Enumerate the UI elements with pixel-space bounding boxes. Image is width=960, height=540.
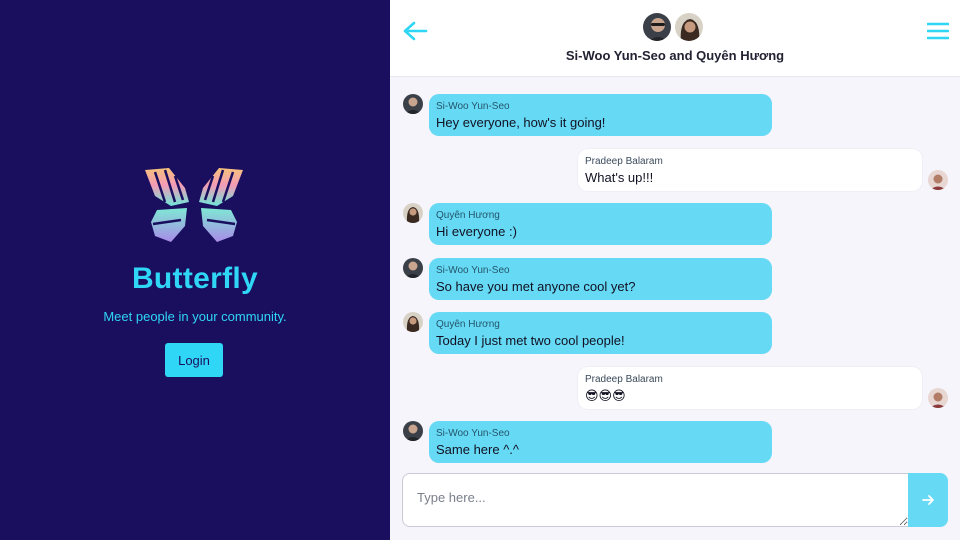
send-button[interactable] bbox=[908, 473, 948, 527]
arrow-left-icon[interactable] bbox=[402, 20, 428, 42]
message-bubble: Pradeep Balaram 😎😎😎 bbox=[578, 367, 922, 409]
person-avatar-icon bbox=[403, 258, 423, 278]
avatar bbox=[928, 388, 948, 408]
message-input[interactable] bbox=[402, 473, 909, 527]
avatar bbox=[403, 421, 423, 441]
message-text: Today I just met two cool people! bbox=[436, 333, 625, 348]
person-avatar-icon bbox=[403, 421, 423, 441]
avatar bbox=[674, 12, 704, 42]
message-sender: Pradeep Balaram bbox=[585, 156, 663, 167]
message-bubble: Pradeep Balaram What's up!!! bbox=[578, 149, 922, 191]
avatar bbox=[403, 203, 423, 223]
message-bubble: Si-Woo Yun-Seo Same here ^.^ bbox=[429, 421, 772, 463]
person-avatar-icon bbox=[403, 203, 423, 223]
login-button[interactable]: Login bbox=[165, 343, 223, 377]
message-sender: Si-Woo Yun-Seo bbox=[436, 428, 510, 439]
brand-panel: Butterfly Meet people in your community.… bbox=[0, 0, 390, 540]
send-arrow-icon bbox=[922, 495, 934, 505]
participant-avatars bbox=[642, 12, 712, 42]
message-text: Same here ^.^ bbox=[436, 442, 520, 457]
message-text: What's up!!! bbox=[585, 170, 654, 185]
message-sender: Quyên Hương bbox=[436, 210, 500, 221]
message-text: Hi everyone :) bbox=[436, 224, 517, 239]
message-bubble: Quyên Hương Today I just met two cool pe… bbox=[429, 312, 772, 354]
person-avatar-icon bbox=[403, 94, 423, 114]
person-avatar-icon bbox=[928, 388, 948, 408]
person-avatar-icon bbox=[403, 312, 423, 332]
chat-header: Si-Woo Yun-Seo and Quyên Hương bbox=[390, 0, 960, 77]
avatar bbox=[403, 94, 423, 114]
person-avatar-icon bbox=[643, 13, 671, 41]
message-text: So have you met anyone cool yet? bbox=[436, 279, 636, 294]
avatar bbox=[642, 12, 672, 42]
brand-title: Butterfly bbox=[131, 262, 259, 295]
message-composer bbox=[402, 473, 948, 527]
message-text: 😎😎😎 bbox=[585, 388, 626, 403]
butterfly-logo-icon bbox=[145, 168, 243, 242]
message-list[interactable]: Si-Woo Yun-Seo Hey everyone, how's it go… bbox=[390, 78, 960, 466]
avatar bbox=[403, 312, 423, 332]
message-text: Hey everyone, how's it going! bbox=[436, 115, 606, 130]
message-sender: Si-Woo Yun-Seo bbox=[436, 265, 510, 276]
brand-tagline: Meet people in your community. bbox=[103, 309, 287, 324]
message-bubble: Si-Woo Yun-Seo Hey everyone, how's it go… bbox=[429, 94, 772, 136]
avatar bbox=[403, 258, 423, 278]
message-sender: Pradeep Balaram bbox=[585, 374, 663, 385]
message-sender: Si-Woo Yun-Seo bbox=[436, 101, 510, 112]
chat-title: Si-Woo Yun-Seo and Quyên Hương bbox=[565, 48, 785, 63]
message-sender: Quyên Hương bbox=[436, 319, 500, 330]
avatar bbox=[928, 170, 948, 190]
chat-panel: Si-Woo Yun-Seo and Quyên Hương Si-Woo Yu… bbox=[390, 0, 960, 540]
hamburger-menu-icon[interactable] bbox=[927, 21, 949, 41]
message-bubble: Quyên Hương Hi everyone :) bbox=[429, 203, 772, 245]
message-bubble: Si-Woo Yun-Seo So have you met anyone co… bbox=[429, 258, 772, 300]
person-avatar-icon bbox=[928, 170, 948, 190]
person-avatar-icon bbox=[675, 13, 703, 41]
